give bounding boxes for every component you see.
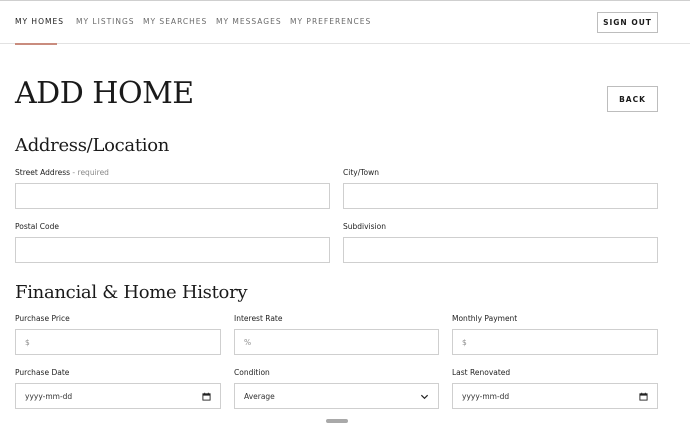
last-renovated-label: Last Renovated bbox=[452, 368, 511, 377]
purchase-date-placeholder: yyyy-mm-dd bbox=[25, 391, 73, 401]
postal-code-input[interactable] bbox=[15, 237, 330, 263]
street-address-label-text: Street Address bbox=[15, 168, 71, 177]
page-title: ADD HOME bbox=[15, 76, 194, 111]
monthly-payment-input[interactable]: $ bbox=[452, 329, 658, 355]
purchase-price-label: Purchase Price bbox=[15, 314, 70, 323]
nav-item-my-messages[interactable]: MY MESSAGES bbox=[216, 17, 282, 26]
purchase-date-input[interactable]: yyyy-mm-dd bbox=[15, 383, 221, 409]
nav-item-my-homes[interactable]: MY HOMES bbox=[15, 17, 64, 26]
calendar-icon[interactable] bbox=[639, 392, 648, 401]
chevron-down-icon bbox=[420, 394, 429, 400]
active-tab-indicator bbox=[15, 43, 57, 45]
city-town-label: City/Town bbox=[343, 168, 380, 177]
purchase-price-input[interactable]: $ bbox=[15, 329, 221, 355]
nav-item-my-preferences[interactable]: MY PREFERENCES bbox=[290, 17, 371, 26]
last-renovated-placeholder: yyyy-mm-dd bbox=[462, 391, 510, 401]
condition-label: Condition bbox=[234, 368, 270, 377]
street-address-input[interactable] bbox=[15, 183, 330, 209]
calendar-icon[interactable] bbox=[202, 392, 211, 401]
street-address-label: Street Address - required bbox=[15, 168, 109, 177]
required-hint: - required bbox=[70, 168, 109, 177]
back-button[interactable]: BACK bbox=[607, 86, 658, 112]
last-renovated-input[interactable]: yyyy-mm-dd bbox=[452, 383, 658, 409]
monthly-payment-label: Monthly Payment bbox=[452, 314, 518, 323]
condition-selected-value: Average bbox=[244, 391, 275, 401]
sign-out-button[interactable]: SIGN OUT bbox=[597, 12, 658, 33]
address-section-title: Address/Location bbox=[15, 135, 170, 156]
interest-rate-label: Interest Rate bbox=[234, 314, 283, 323]
purchase-date-label: Purchase Date bbox=[15, 368, 70, 377]
scroll-handle[interactable] bbox=[326, 419, 348, 423]
subdivision-input[interactable] bbox=[343, 237, 658, 263]
financial-section-title: Financial & Home History bbox=[15, 282, 248, 303]
nav-item-my-listings[interactable]: MY LISTINGS bbox=[76, 17, 135, 26]
subdivision-label: Subdivision bbox=[343, 222, 386, 231]
interest-rate-input[interactable]: % bbox=[234, 329, 439, 355]
top-navigation: MY HOMES MY LISTINGS MY SEARCHES MY MESS… bbox=[0, 0, 690, 45]
city-town-input[interactable] bbox=[343, 183, 658, 209]
condition-select[interactable]: Average bbox=[234, 383, 439, 409]
monthly-payment-placeholder: $ bbox=[462, 337, 467, 347]
nav-item-my-searches[interactable]: MY SEARCHES bbox=[143, 17, 207, 26]
purchase-price-placeholder: $ bbox=[25, 337, 30, 347]
interest-rate-placeholder: % bbox=[244, 337, 252, 347]
postal-code-label: Postal Code bbox=[15, 222, 59, 231]
